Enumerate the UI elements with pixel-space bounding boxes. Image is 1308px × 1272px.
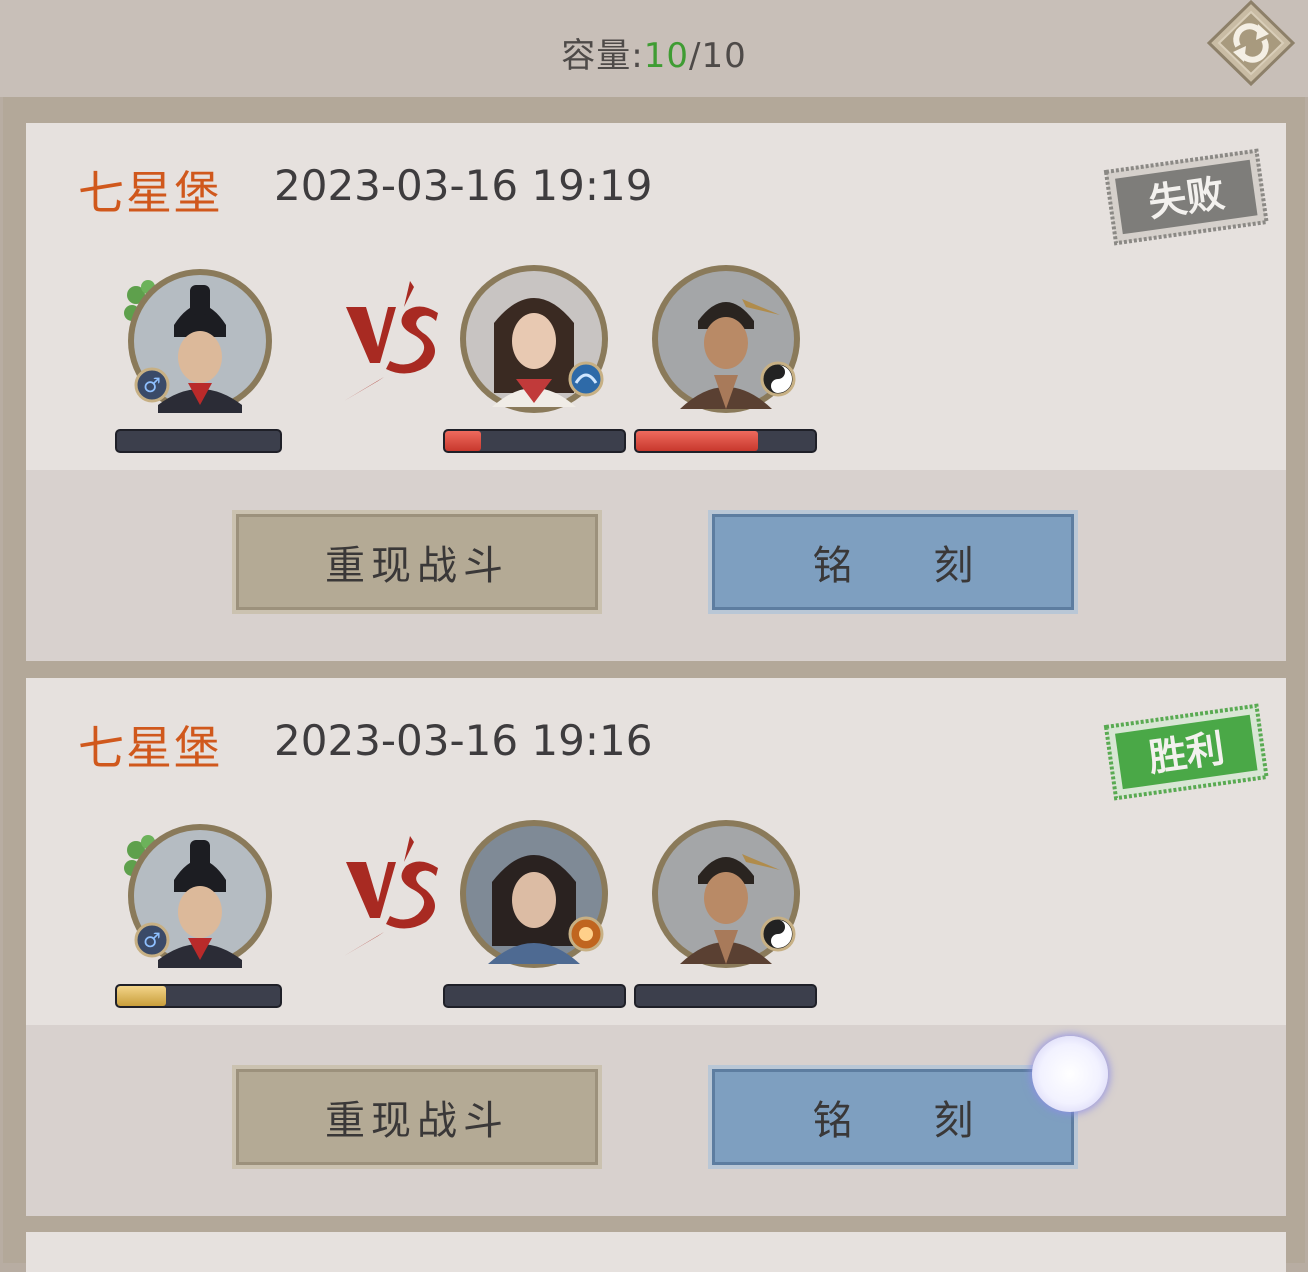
engrave-label: 铭 刻 bbox=[812, 1098, 1008, 1144]
opponent-avatar[interactable] bbox=[458, 818, 610, 970]
player-hp-bar bbox=[115, 984, 282, 1008]
refresh-button[interactable] bbox=[1205, 0, 1297, 87]
capacity-current: 10 bbox=[643, 36, 689, 76]
card-actions: 重现战斗 铭 刻 bbox=[26, 470, 1286, 661]
refresh-icon bbox=[1206, 0, 1296, 87]
replay-battle-label: 重现战斗 bbox=[325, 1098, 509, 1144]
player-avatar[interactable]: ♂ bbox=[122, 820, 274, 972]
opponent-hp-bar bbox=[634, 429, 817, 453]
defeat-stamp: 失败 bbox=[1103, 148, 1269, 246]
engrave-button[interactable]: 铭 刻 bbox=[708, 510, 1078, 614]
opponent-hp-bar bbox=[443, 984, 626, 1008]
water-school-icon bbox=[568, 361, 604, 397]
battle-time: 2023-03-16 19:19 bbox=[274, 161, 653, 210]
engrave-label: 铭 刻 bbox=[812, 543, 1008, 589]
battle-location: 七星堡 bbox=[78, 721, 222, 775]
capacity-display: 容量:10/10 bbox=[0, 28, 1308, 77]
svg-text:♂: ♂ bbox=[143, 373, 161, 397]
replay-battle-button[interactable]: 重现战斗 bbox=[232, 1065, 602, 1169]
opponent-hp-bar bbox=[443, 429, 626, 453]
player-avatar[interactable]: ♂ bbox=[122, 265, 274, 417]
vs-icon bbox=[344, 281, 438, 401]
battle-record-card: 七星堡 2023-03-16 19:19 失败 ♂ 重现战斗 铭 刻 bbox=[26, 123, 1286, 661]
battle-record-card-partial bbox=[26, 1232, 1286, 1272]
battle-location: 七星堡 bbox=[78, 166, 222, 220]
top-bar: 容量:10/10 bbox=[0, 0, 1308, 97]
engrave-button[interactable]: 铭 刻 bbox=[708, 1065, 1078, 1169]
opponent-avatar[interactable] bbox=[650, 263, 802, 415]
battle-record-card: 七星堡 2023-03-16 19:16 胜利 ♂ 重现战斗 铭 刻 bbox=[26, 678, 1286, 1216]
replay-battle-label: 重现战斗 bbox=[325, 543, 509, 589]
capacity-label: 容量: bbox=[561, 36, 644, 76]
opponent-avatar[interactable] bbox=[458, 263, 610, 415]
capacity-total: /10 bbox=[689, 36, 747, 76]
player-hp-bar bbox=[115, 429, 282, 453]
touch-indicator bbox=[1032, 1036, 1108, 1112]
victory-stamp: 胜利 bbox=[1103, 703, 1269, 801]
battle-time: 2023-03-16 19:16 bbox=[274, 716, 653, 765]
replay-battle-button[interactable]: 重现战斗 bbox=[232, 510, 602, 614]
opponent-avatar[interactable] bbox=[650, 818, 802, 970]
opponent-hp-bar bbox=[634, 984, 817, 1008]
vs-icon bbox=[344, 836, 438, 956]
svg-text:♂: ♂ bbox=[143, 928, 161, 952]
